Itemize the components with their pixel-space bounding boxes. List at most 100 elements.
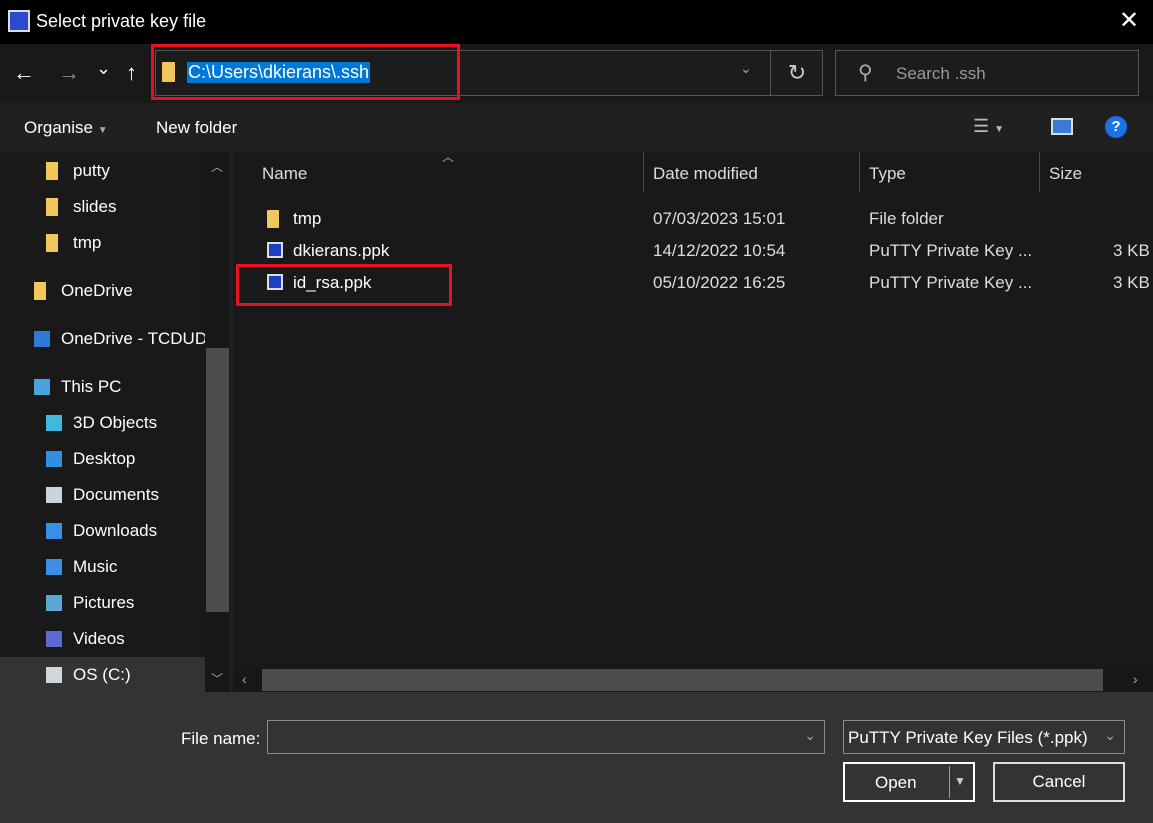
sidebar-item[interactable]: Music	[0, 549, 205, 585]
chevron-down-icon[interactable]: ⌄	[804, 727, 816, 744]
search-icon: ⚲	[858, 62, 873, 84]
file-type-value: PuTTY Private Key Files (*.ppk)	[848, 728, 1088, 747]
open-button[interactable]: Open ▼	[843, 762, 975, 802]
refresh-button[interactable]: ↻	[770, 50, 823, 96]
file-type: PuTTY Private Key ...	[869, 273, 1033, 292]
sidebar-item[interactable]: slides	[0, 189, 205, 225]
forward-button[interactable]: →	[58, 60, 80, 86]
picture-icon	[46, 595, 62, 611]
sidebar-item-label: tmp	[73, 233, 102, 252]
navigation-pane: putty slides tmp OneDrive OneDrive - TCDUD Th…	[0, 152, 230, 692]
sidebar-item-label: This PC	[61, 377, 122, 396]
sidebar-item-label: Downloads	[73, 521, 158, 540]
open-label: Open	[875, 773, 917, 792]
sidebar-item-label: OneDrive	[61, 281, 133, 300]
sidebar-scrollbar[interactable]: ︿ ﹀	[205, 152, 230, 692]
sidebar-item[interactable]: Documents	[0, 477, 205, 513]
back-button[interactable]: ←	[13, 60, 35, 86]
sidebar-item-label: OneDrive - TCDUD	[61, 329, 208, 348]
sidebar-item[interactable]: Desktop	[0, 441, 205, 477]
organise-label: Organise	[24, 118, 93, 137]
new-folder-button[interactable]: New folder	[156, 118, 237, 138]
scroll-up-icon[interactable]: ︿	[211, 158, 223, 175]
sidebar-item-label: Pictures	[73, 593, 135, 612]
folder-icon	[46, 198, 58, 216]
desktop-icon	[46, 451, 62, 467]
sidebar-item[interactable]: putty	[0, 153, 205, 189]
file-name-label: File name:	[181, 729, 261, 748]
scroll-left-icon[interactable]: ‹	[242, 671, 247, 687]
computer-icon	[34, 379, 50, 395]
preview-pane-button[interactable]	[1051, 118, 1073, 135]
search-input[interactable]	[835, 50, 1139, 96]
folder-icon	[34, 282, 46, 300]
file-size: 3 KB	[1113, 273, 1150, 292]
split-dropdown-icon[interactable]: ▼	[954, 774, 966, 788]
file-row[interactable]: tmp 07/03/2023 15:01 File folder	[233, 203, 1153, 235]
sidebar-item[interactable]: Downloads	[0, 513, 205, 549]
column-divider	[1039, 152, 1040, 192]
horizontal-scroll-thumb[interactable]	[262, 669, 1103, 691]
sidebar-item[interactable]: OneDrive - TCDUD	[0, 321, 208, 357]
sidebar-item[interactable]: 3D Objects	[0, 405, 205, 441]
sidebar-item-label: Videos	[73, 629, 125, 648]
chevron-down-icon[interactable]: ⌄	[740, 60, 752, 77]
column-header-size[interactable]: Size	[1049, 164, 1082, 184]
column-divider	[859, 152, 860, 192]
putty-key-icon	[8, 10, 30, 32]
column-divider	[643, 152, 644, 192]
drive-icon	[46, 667, 62, 683]
sidebar-scroll-thumb[interactable]	[206, 348, 229, 612]
highlight-box-address	[151, 44, 460, 100]
column-header-name[interactable]: Name	[262, 164, 307, 184]
video-icon	[46, 631, 62, 647]
sidebar-item[interactable]: Pictures	[0, 585, 205, 621]
sidebar-item-label: putty	[73, 161, 110, 180]
file-name: tmp	[293, 209, 322, 228]
cancel-button[interactable]: Cancel	[993, 762, 1125, 802]
divider	[949, 766, 950, 798]
cloud-icon	[34, 331, 50, 347]
sort-ascending-icon: ︿	[442, 150, 455, 164]
sidebar-item-label: slides	[73, 197, 117, 216]
footer-panel	[0, 692, 1153, 823]
folder-icon	[267, 210, 279, 228]
file-name: dkierans.ppk	[293, 241, 390, 260]
up-button[interactable]: ↑	[126, 60, 137, 86]
file-row[interactable]: dkierans.ppk 14/12/2022 10:54 PuTTY Privat…	[233, 235, 1153, 267]
download-icon	[46, 523, 62, 539]
caret-down-icon: ▼	[97, 125, 108, 136]
music-icon	[46, 559, 62, 575]
file-type: File folder	[869, 209, 944, 228]
window-title: Select private key file	[36, 11, 207, 31]
sidebar-item[interactable]: tmp	[0, 225, 205, 261]
organise-button[interactable]: Organise ▼	[24, 118, 108, 138]
chevron-down-icon: ⌄	[1104, 727, 1116, 743]
file-date: 07/03/2023 15:01	[653, 209, 786, 228]
column-header-date[interactable]: Date modified	[653, 164, 758, 184]
file-date: 14/12/2022 10:54	[653, 241, 786, 260]
sidebar-item-label: OS (C:)	[73, 665, 131, 684]
sidebar-item[interactable]: OneDrive	[0, 273, 205, 309]
sidebar-item[interactable]: Videos	[0, 621, 205, 657]
sidebar-item-label: Desktop	[73, 449, 136, 468]
close-button[interactable]: ✕	[1114, 6, 1144, 35]
file-name-input[interactable]: ⌄	[267, 720, 825, 754]
horizontal-scrollbar[interactable]: ‹ ›	[233, 668, 1153, 692]
view-options-button[interactable]: ☰ ▼	[973, 116, 1004, 137]
file-type: PuTTY Private Key ...	[869, 241, 1033, 260]
sidebar-item[interactable]: This PC	[0, 369, 205, 405]
sidebar-item-label: Documents	[73, 485, 159, 504]
column-header-type[interactable]: Type	[869, 164, 906, 184]
sidebar-item[interactable]: OS (C:)	[0, 657, 205, 692]
cube-icon	[46, 415, 62, 431]
recent-locations-button[interactable]: ⌄	[96, 58, 111, 79]
scroll-down-icon[interactable]: ﹀	[211, 670, 223, 687]
folder-icon	[46, 162, 58, 180]
ppk-file-icon	[267, 242, 283, 258]
scroll-right-icon[interactable]: ›	[1133, 671, 1138, 687]
file-type-select[interactable]: PuTTY Private Key Files (*.ppk) ⌄	[843, 720, 1125, 754]
folder-icon	[46, 234, 58, 252]
help-button[interactable]: ?	[1105, 116, 1127, 138]
file-date: 05/10/2022 16:25	[653, 273, 786, 292]
